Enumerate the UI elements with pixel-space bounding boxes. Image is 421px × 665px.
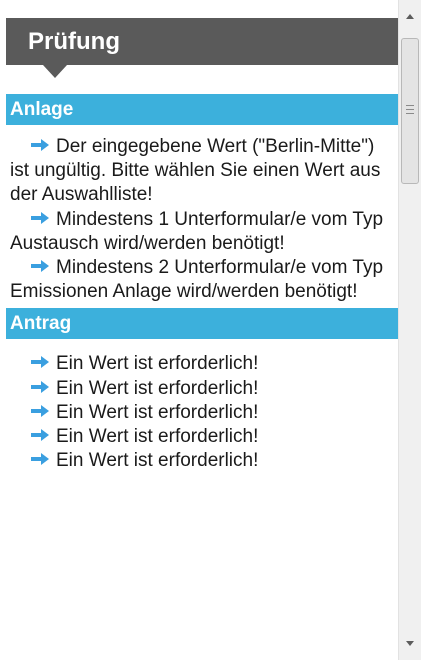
section-title: Antrag [10, 313, 72, 335]
message-text: Ein Wert ist erforderlich! [56, 377, 259, 399]
message-list: Der eingegebene Wert ("Berlin-Mitte") is… [6, 125, 398, 308]
grip-icon [406, 105, 414, 114]
arrow-right-icon [30, 404, 50, 417]
message-text: Ein Wert ist erforderlich! [56, 353, 259, 375]
validation-message[interactable]: Ein Wert ist erforderlich! [10, 401, 394, 425]
validation-panel: Prüfung Anlage Der eingegebene Wert ("Be… [0, 0, 398, 660]
message-text: Mindestens 1 Unterformular/e vom Typ Aus… [10, 208, 384, 254]
panel-title: Prüfung [28, 28, 120, 55]
section-title: Anlage [10, 99, 74, 120]
message-text: Mindestens 2 Unterformular/e vom Typ Emi… [10, 257, 384, 303]
arrow-right-icon [30, 429, 50, 442]
header-notch [43, 65, 67, 78]
validation-message[interactable]: Ein Wert ist erforderlich! [10, 425, 394, 449]
section-antrag: Antrag Ein Wert ist erforderlich! Ein We… [6, 308, 398, 477]
message-text: Der eingegebene Wert ("Berlin-Mitte") is… [10, 136, 381, 206]
validation-message[interactable]: Ein Wert ist erforderlich! [10, 377, 394, 401]
validation-message[interactable]: Der eingegebene Wert ("Berlin-Mitte") is… [10, 135, 394, 208]
message-list: Ein Wert ist erforderlich! Ein Wert ist … [6, 339, 398, 477]
arrow-right-icon [30, 356, 50, 369]
message-text: Ein Wert ist erforderlich! [56, 450, 259, 472]
scroll-down-button[interactable] [399, 624, 421, 660]
validation-message[interactable]: Mindestens 1 Unterformular/e vom Typ Aus… [10, 208, 394, 256]
scroll-up-button[interactable] [399, 0, 421, 36]
arrow-right-icon [30, 380, 50, 393]
section-header[interactable]: Antrag [6, 308, 398, 340]
section-header[interactable]: Anlage [6, 94, 398, 125]
validation-message[interactable]: Mindestens 2 Unterformular/e vom Typ Emi… [10, 256, 394, 304]
arrow-right-icon [30, 211, 50, 224]
panel-header: Prüfung [6, 18, 398, 65]
arrow-right-icon [30, 139, 50, 151]
arrow-right-icon [30, 260, 50, 273]
message-text: Ein Wert ist erforderlich! [56, 426, 259, 448]
scrollbar-thumb[interactable] [401, 38, 419, 184]
panel-content: Anlage Der eingegebene Wert ("Berlin-Mit… [6, 94, 398, 477]
arrow-right-icon [30, 453, 50, 466]
section-anlage: Anlage Der eingegebene Wert ("Berlin-Mit… [6, 94, 398, 308]
message-text: Ein Wert ist erforderlich! [56, 401, 259, 423]
vertical-scrollbar[interactable] [398, 0, 421, 660]
scroll-down-arrow-icon [406, 641, 414, 646]
validation-message[interactable]: Ein Wert ist erforderlich! [10, 352, 394, 376]
validation-message[interactable]: Ein Wert ist erforderlich! [10, 449, 394, 473]
scroll-up-arrow-icon [406, 14, 414, 19]
